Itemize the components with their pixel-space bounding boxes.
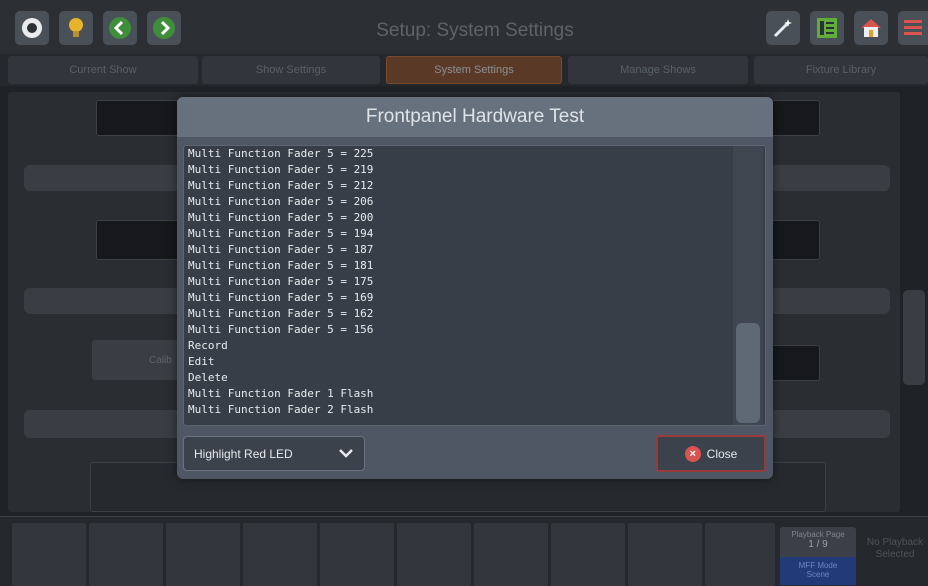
background-field (770, 100, 820, 136)
playback-slot[interactable] (551, 523, 625, 586)
log-line: Delete (188, 371, 228, 384)
playback-slot[interactable] (397, 523, 471, 586)
playback-slot[interactable] (243, 523, 317, 586)
tab-manage-shows[interactable]: Manage Shows (568, 56, 748, 84)
log-line: Multi Function Fader 5 = 219 (188, 163, 374, 176)
log-line: Multi Function Fader 2 Flash (188, 403, 374, 416)
background-field (770, 345, 820, 381)
select-value: Highlight Red LED (194, 446, 293, 461)
background-scrollbar[interactable] (903, 290, 925, 385)
log-line: Edit (188, 355, 215, 368)
background-bar (24, 410, 184, 438)
tab-bar: Current Show Show Settings System Settin… (0, 54, 928, 86)
mff-mode[interactable]: MFF Mode Scene (780, 557, 856, 585)
tab-current-show[interactable]: Current Show (8, 56, 198, 84)
dialog-title: Frontpanel Hardware Test (177, 97, 773, 137)
tab-fixture-library[interactable]: Fixture Library (754, 56, 928, 84)
mff-mode-value: Scene (806, 570, 830, 579)
playback-slot[interactable] (12, 523, 86, 586)
log-line: Multi Function Fader 5 = 175 (188, 275, 374, 288)
log-line: Multi Function Fader 5 = 169 (188, 291, 374, 304)
playback-slot[interactable] (166, 523, 240, 586)
chevron-down-icon (338, 446, 354, 463)
background-field (770, 220, 820, 260)
log-lines: Multi Function Fader 5 = 225 Multi Functi… (188, 146, 728, 418)
log-line: Multi Function Fader 5 = 162 (188, 307, 374, 320)
background-bar (24, 288, 184, 314)
background-bar (770, 165, 890, 191)
mff-mode-label: MFF Mode (798, 561, 838, 570)
playback-slot[interactable] (474, 523, 548, 586)
background-bar (770, 288, 890, 314)
tab-show-settings[interactable]: Show Settings (202, 56, 380, 84)
log-line: Record (188, 339, 228, 352)
page-title: Setup: System Settings (376, 20, 574, 41)
log-line: Multi Function Fader 1 Flash (188, 387, 374, 400)
playback-page[interactable]: Playback Page 1 / 9 (780, 527, 856, 555)
playback-slot[interactable] (320, 523, 394, 586)
menu-icon[interactable] (898, 11, 928, 45)
log-line: Multi Function Fader 5 = 200 (188, 211, 374, 224)
playback-page-widget[interactable]: Playback Page 1 / 9 MFF Mode Scene (780, 527, 856, 585)
forward-arrow-icon[interactable] (147, 11, 181, 45)
playback-page-label: Playback Page (791, 530, 845, 539)
log-line: Multi Function Fader 5 = 181 (188, 259, 374, 272)
log-line: Multi Function Fader 5 = 225 (188, 147, 374, 160)
top-bar: Setup: System Settings (0, 0, 928, 54)
log-line: Multi Function Fader 5 = 156 (188, 323, 374, 336)
hardware-test-dialog: Frontpanel Hardware Test Multi Function … (177, 97, 773, 479)
background-field (96, 220, 186, 260)
list-panel-icon[interactable] (810, 11, 844, 45)
playback-page-value: 1 / 9 (808, 539, 828, 550)
no-playback-label: No Playback Selected (866, 537, 924, 560)
playback-slot[interactable] (89, 523, 163, 586)
eye-icon[interactable] (15, 11, 49, 45)
magic-wand-icon[interactable] (766, 11, 800, 45)
log-line: Multi Function Fader 5 = 212 (188, 179, 374, 192)
close-icon: × (684, 445, 701, 462)
log-line: Multi Function Fader 5 = 194 (188, 227, 374, 240)
calibrate-button[interactable]: Calib (92, 340, 184, 380)
log-line: Multi Function Fader 5 = 206 (188, 195, 374, 208)
lightbulb-icon[interactable] (59, 11, 93, 45)
close-label: Close (706, 446, 738, 461)
test-log[interactable]: Multi Function Fader 5 = 225 Multi Functi… (183, 145, 766, 426)
playback-slot[interactable] (628, 523, 702, 586)
playback-bar: Playback Page 1 / 9 MFF Mode Scene No Pl… (0, 516, 928, 586)
background-bar (24, 165, 184, 191)
close-button[interactable]: × Close (656, 435, 766, 472)
led-test-select[interactable]: Highlight Red LED (183, 436, 365, 471)
home-icon[interactable] (854, 11, 888, 45)
log-line: Multi Function Fader 5 = 187 (188, 243, 374, 256)
background-bar (770, 410, 890, 438)
playback-slot[interactable] (705, 523, 775, 586)
background-field (96, 100, 186, 136)
log-scrollbar-thumb[interactable] (736, 323, 760, 423)
tab-system-settings[interactable]: System Settings (386, 56, 562, 84)
back-arrow-icon[interactable] (103, 11, 137, 45)
